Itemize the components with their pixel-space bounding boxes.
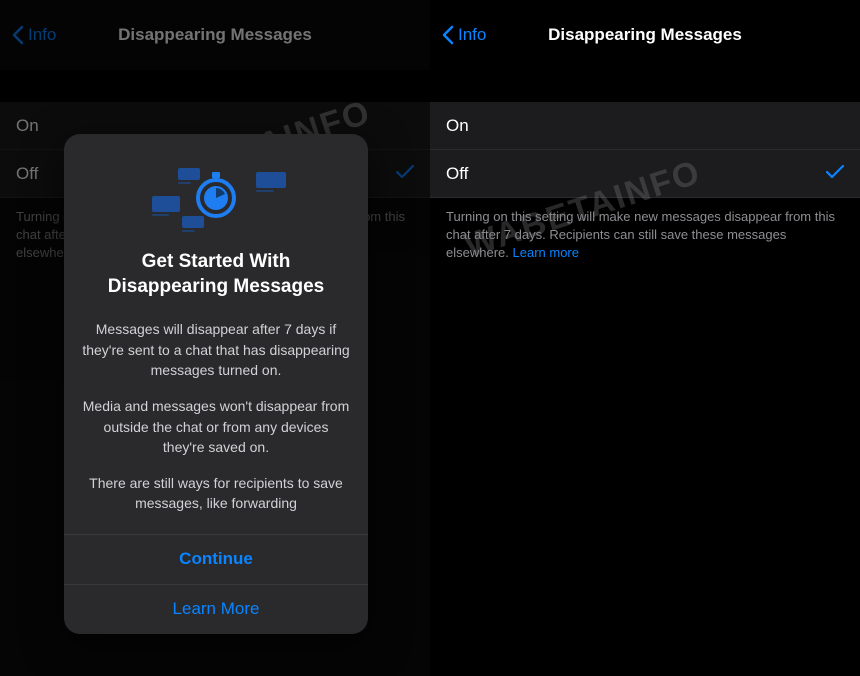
pane-right: Info Disappearing Messages On Off Turnin… bbox=[430, 0, 860, 676]
section-gap bbox=[430, 70, 860, 102]
modal-paragraph: Messages will disappear after 7 days if … bbox=[82, 319, 350, 380]
checkmark-icon bbox=[396, 164, 414, 184]
timer-icon bbox=[190, 168, 242, 220]
footer-text-right: Turning on this setting will make new me… bbox=[430, 198, 860, 273]
modal-title: Get Started With Disappearing Messages bbox=[82, 250, 350, 299]
modal-paragraph: There are still ways for recipients to s… bbox=[82, 473, 350, 514]
back-button-right[interactable]: Info bbox=[442, 25, 486, 45]
modal-graphic bbox=[82, 158, 350, 230]
modal-actions: Continue Learn More bbox=[64, 534, 368, 634]
back-button-left[interactable]: Info bbox=[12, 25, 56, 45]
option-row-off-right[interactable]: Off bbox=[430, 150, 860, 198]
header-right: Info Disappearing Messages bbox=[430, 0, 860, 70]
back-label: Info bbox=[458, 25, 486, 45]
chevron-left-icon bbox=[442, 25, 454, 45]
learn-more-link-right[interactable]: Learn more bbox=[513, 245, 579, 260]
option-label: On bbox=[16, 116, 39, 136]
page-title-right: Disappearing Messages bbox=[430, 25, 860, 45]
modal-paragraph: Media and messages won't disappear from … bbox=[82, 396, 350, 457]
continue-button[interactable]: Continue bbox=[64, 534, 368, 584]
option-label: Off bbox=[446, 164, 468, 184]
option-label: Off bbox=[16, 164, 38, 184]
back-label: Info bbox=[28, 25, 56, 45]
chevron-left-icon bbox=[12, 25, 24, 45]
checkmark-icon bbox=[826, 164, 844, 184]
page-title-left: Disappearing Messages bbox=[0, 25, 430, 45]
modal-body: Messages will disappear after 7 days if … bbox=[82, 319, 350, 513]
option-row-on-right[interactable]: On bbox=[430, 102, 860, 150]
onboarding-modal: Get Started With Disappearing Messages M… bbox=[64, 134, 368, 634]
learn-more-button[interactable]: Learn More bbox=[64, 584, 368, 634]
section-gap bbox=[0, 70, 430, 102]
header-left: Info Disappearing Messages bbox=[0, 0, 430, 70]
option-label: On bbox=[446, 116, 469, 136]
